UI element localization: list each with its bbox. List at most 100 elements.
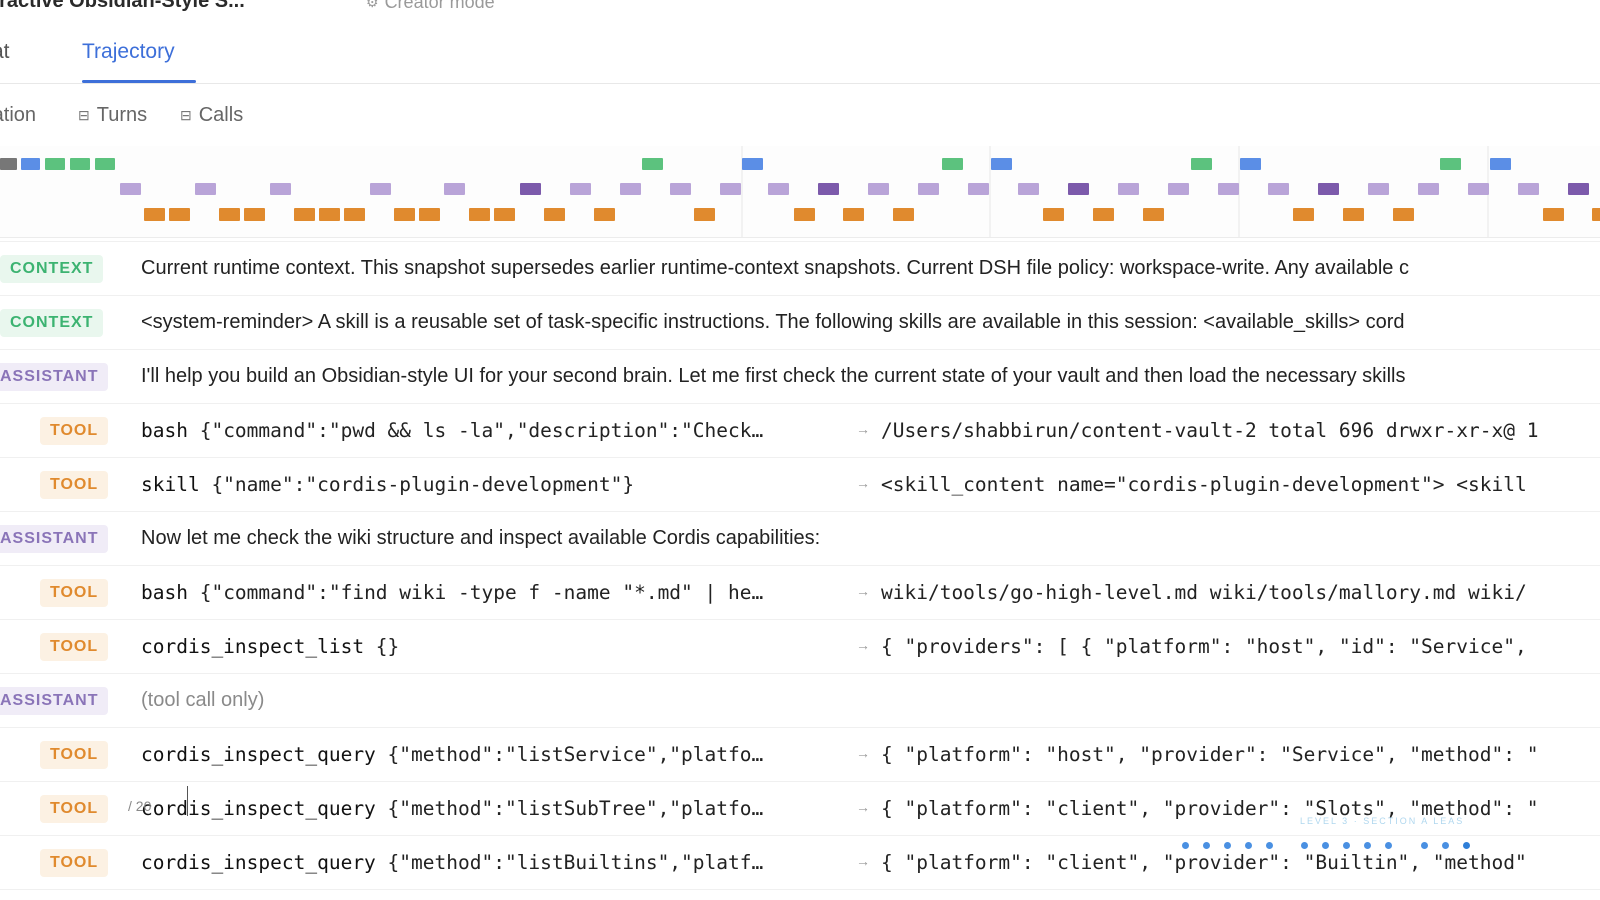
event-row-context[interactable]: CONTEXT <system-reminder> A skill is a re…: [0, 296, 1600, 350]
timeline-block-tool[interactable]: [469, 208, 490, 221]
tool-args: {"method":"listSubTree","platfo…: [375, 797, 764, 820]
timeline-block-tool[interactable]: [1543, 208, 1564, 221]
timeline-block-thinking[interactable]: [195, 183, 216, 195]
timeline-block-thinking[interactable]: [1018, 183, 1039, 195]
timeline-block-thinking[interactable]: [1268, 183, 1289, 195]
timeline-block-system[interactable]: [0, 158, 17, 170]
timeline-block-thinking[interactable]: [720, 183, 741, 195]
timeline-block-tool[interactable]: [1093, 208, 1114, 221]
timeline-block-thinking[interactable]: [1318, 183, 1339, 195]
creator-mode-toggle[interactable]: ⚙ Creator mode: [366, 0, 495, 13]
timeline-block-context[interactable]: [45, 158, 65, 170]
event-row-assistant[interactable]: ASSISTANT (tool call only): [0, 674, 1600, 728]
event-row-assistant[interactable]: ASSISTANT I'll help you build an Obsidian…: [0, 350, 1600, 404]
timeline-block-thinking[interactable]: [1168, 183, 1189, 195]
event-row-tool[interactable]: TOOL cordis_inspect_query {"method":"list…: [0, 728, 1600, 782]
timeline-block-thinking[interactable]: [918, 183, 939, 195]
timeline-block-assistant[interactable]: [742, 158, 763, 170]
timeline-block-thinking[interactable]: [768, 183, 789, 195]
timeline-block-thinking[interactable]: [444, 183, 465, 195]
timeline-block-thinking[interactable]: [1068, 183, 1089, 195]
timeline-block-thinking[interactable]: [1568, 183, 1589, 195]
timeline-block-thinking[interactable]: [370, 183, 391, 195]
timeline-block-tool[interactable]: [219, 208, 240, 221]
event-row-tool[interactable]: TOOL cordis_inspect_query {"method":"list…: [0, 782, 1600, 836]
toggle-duration[interactable]: ration: [0, 104, 36, 127]
timeline-block-tool[interactable]: [494, 208, 515, 221]
toggle-calls-label: Calls: [198, 104, 244, 126]
timeline-block-assistant[interactable]: [1240, 158, 1261, 170]
timeline-block-tool[interactable]: [344, 208, 365, 221]
timeline-block-tool[interactable]: [544, 208, 565, 221]
timeline-block-thinking[interactable]: [1218, 183, 1239, 195]
timeline-block-assistant[interactable]: [1490, 158, 1511, 170]
trajectory-timeline[interactable]: [0, 146, 1600, 238]
timeline-block-tool[interactable]: [244, 208, 265, 221]
event-text: Current runtime context. This snapshot s…: [141, 257, 1409, 279]
timeline-block-tool[interactable]: [1343, 208, 1364, 221]
tool-args: {"name":"cordis-plugin-development"}: [199, 473, 635, 496]
timeline-block-thinking[interactable]: [868, 183, 889, 195]
arrow-right-icon: →: [856, 745, 870, 761]
timeline-block-context[interactable]: [1191, 158, 1212, 170]
timeline-block-tool[interactable]: [1592, 208, 1600, 221]
progress-dot: [1343, 842, 1350, 849]
tool-call: cordis_inspect_query {"method":"listBuil…: [141, 851, 763, 874]
timeline-block-thinking[interactable]: [968, 183, 989, 195]
timeline-block-thinking[interactable]: [120, 183, 141, 195]
timeline-block-tool[interactable]: [843, 208, 864, 221]
timeline-block-tool[interactable]: [1043, 208, 1064, 221]
progress-dot: [1364, 842, 1371, 849]
tool-name: cordis_inspect_query: [141, 797, 376, 820]
assistant-badge: ASSISTANT: [0, 687, 109, 715]
event-row-tool[interactable]: TOOL bash {"command":"pwd && ls -la","des…: [0, 404, 1600, 458]
toggle-calls[interactable]: ⊟ Calls: [180, 104, 243, 127]
event-row-assistant[interactable]: ASSISTANT Now let me check the wiki struc…: [0, 512, 1600, 566]
timeline-block-thinking[interactable]: [570, 183, 591, 195]
view-toggles: ration ⊟ Turns ⊟ Calls: [0, 100, 1600, 130]
timeline-block-thinking[interactable]: [818, 183, 839, 195]
timeline-block-context[interactable]: [95, 158, 115, 170]
timeline-block-thinking[interactable]: [670, 183, 691, 195]
timeline-block-tool[interactable]: [319, 208, 340, 221]
timeline-block-context[interactable]: [70, 158, 90, 170]
timeline-block-tool[interactable]: [893, 208, 914, 221]
timeline-block-context[interactable]: [942, 158, 963, 170]
event-row-tool[interactable]: TOOL skill {"name":"cordis-plugin-develop…: [0, 458, 1600, 512]
timeline-block-context[interactable]: [642, 158, 663, 170]
tab-trajectory[interactable]: Trajectory: [82, 40, 175, 64]
timeline-block-tool[interactable]: [1393, 208, 1414, 221]
timeline-block-assistant[interactable]: [991, 158, 1012, 170]
timeline-block-thinking[interactable]: [520, 183, 541, 195]
timeline-block-tool[interactable]: [419, 208, 440, 221]
timeline-block-assistant[interactable]: [21, 158, 40, 170]
timeline-block-thinking[interactable]: [1368, 183, 1389, 195]
event-row-context[interactable]: CONTEXT Current runtime context. This sna…: [0, 242, 1600, 296]
progress-dot: [1245, 842, 1252, 849]
timeline-block-thinking[interactable]: [1118, 183, 1139, 195]
toggle-turns-label: Turns: [96, 104, 148, 126]
timeline-block-tool[interactable]: [394, 208, 415, 221]
event-row-tool[interactable]: TOOL cordis_inspect_query {"method":"list…: [0, 836, 1600, 890]
timeline-block-thinking[interactable]: [1418, 183, 1439, 195]
timeline-block-tool[interactable]: [169, 208, 190, 221]
event-row-tool[interactable]: TOOL bash {"command":"find wiki -type f -…: [0, 566, 1600, 620]
timeline-block-thinking[interactable]: [1518, 183, 1539, 195]
timeline-block-tool[interactable]: [144, 208, 165, 221]
timeline-block-tool[interactable]: [294, 208, 315, 221]
timeline-block-thinking[interactable]: [1468, 183, 1489, 195]
tab-chat[interactable]: at: [0, 40, 10, 64]
timeline-block-thinking[interactable]: [270, 183, 291, 195]
timeline-block-tool[interactable]: [794, 208, 815, 221]
timeline-block-thinking[interactable]: [620, 183, 641, 195]
toggle-turns[interactable]: ⊟ Turns: [78, 104, 147, 127]
progress-dot: [1322, 842, 1329, 849]
timeline-block-tool[interactable]: [694, 208, 715, 221]
timeline-block-tool[interactable]: [1143, 208, 1164, 221]
timeline-block-tool[interactable]: [594, 208, 615, 221]
timeline-block-tool[interactable]: [1293, 208, 1314, 221]
tool-badge: TOOL: [40, 579, 109, 607]
timeline-block-context[interactable]: [1440, 158, 1461, 170]
event-row-tool[interactable]: TOOL cordis_inspect_list {} → { "providers"…: [0, 620, 1600, 674]
tool-result: { "providers": [ { "platform": "host", "…: [881, 635, 1527, 658]
